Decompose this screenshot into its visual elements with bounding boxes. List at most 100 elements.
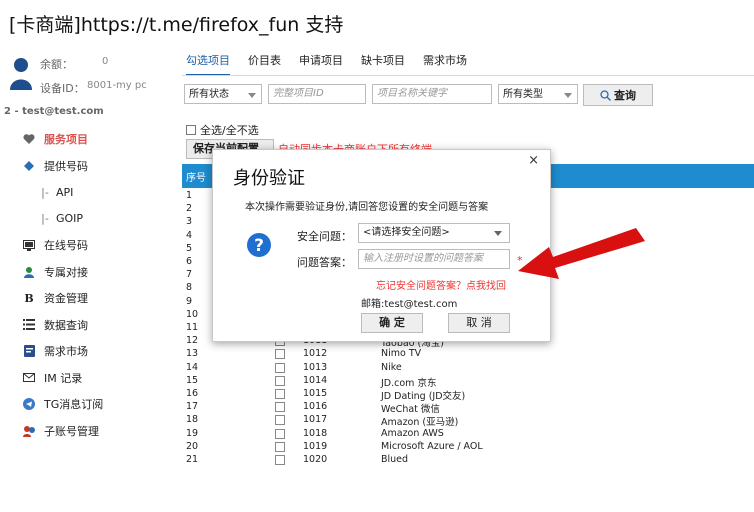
sidebar-item-label: IM 记录 [44,371,83,385]
heart-icon [22,132,36,146]
table-row[interactable]: 21 1020 Blued [182,454,754,467]
row-project-id: 1019 [303,440,328,452]
sidebar-item-label: 在线号码 [44,239,88,253]
sidebar-item-label: 数据查询 [44,318,88,332]
list-icon [22,318,36,332]
page-title: [卡商端]https://t.me/firefox_fun 支持 [9,14,344,36]
row-number: 8 [186,282,193,294]
sidebar-item-subaccounts[interactable]: 子账号管理 [0,418,180,445]
required-mark: * [517,254,523,267]
table-row[interactable]: 16 1015 JD Dating (JD交友) [182,388,754,402]
row-number: 17 [186,401,199,413]
row-number: 4 [186,229,193,241]
sidebar-item-api[interactable]: |- API [0,179,180,206]
sidebar-item-online-numbers[interactable]: 在线号码 [0,232,180,259]
device-value: 8001-my pc [87,80,147,91]
tab-demand-market[interactable]: 需求市场 [423,52,467,76]
row-checkbox[interactable] [275,402,285,413]
row-checkbox[interactable] [275,349,285,360]
answer-input[interactable]: 输入注册时设置的问题答案 [358,249,510,269]
row-number: 14 [186,361,199,373]
table-row[interactable]: 17 1016 WeChat 微信 [182,401,754,416]
sidebar-item-data-query[interactable]: 数据查询 [0,312,180,339]
row-number: 19 [186,427,199,439]
cancel-button[interactable]: 取 消 [448,313,510,333]
question-icon: ? [247,233,271,257]
select-all[interactable]: 全选/全不选 [186,122,259,138]
chevron-down-icon [564,93,572,98]
chevron-down-icon [494,231,502,236]
query-button[interactable]: 查询 [583,84,653,106]
row-project-id: 1017 [303,414,328,426]
row-project-name: WeChat 微信 [381,404,440,416]
tab-apply-project[interactable]: 申请项目 [299,52,343,76]
row-project-id: 1016 [303,401,328,413]
balance-label: 余额： [40,58,73,71]
chevron-down-icon [248,93,256,98]
row-number: 15 [186,374,199,386]
users-icon [22,424,36,438]
table-row[interactable]: 19 1018 Amazon AWS [182,428,754,441]
tree-branch-icon: |- [41,212,49,226]
device-row: 设备ID： 8001-my pc [40,80,147,96]
dialog-title: 身份验证 [233,168,305,189]
row-number: 9 [186,295,193,307]
table-row[interactable]: 14 1013 Nike [182,362,754,375]
row-number: 1 [186,190,193,201]
sidebar-item-tg-subscribe[interactable]: TG消息订阅 [0,391,180,418]
tab-price-list[interactable]: 价目表 [248,52,281,76]
row-checkbox[interactable] [275,455,285,465]
sidebar-item-label: GOIP [56,212,84,226]
row-project-name: Nimo TV [381,348,422,360]
device-label: 设备ID： [40,82,85,95]
tab-missing-cards[interactable]: 缺卡项目 [361,52,405,76]
sidebar-item-provide-numbers[interactable]: 提供号码 [0,153,180,180]
tab-divider [182,75,754,76]
sidebar-item-label: 提供号码 [44,159,88,173]
row-number: 5 [186,242,193,254]
table-row[interactable]: 13 1012 Nimo TV [182,348,754,361]
sidebar-item-market[interactable]: 需求市场 [0,338,180,365]
sidebar-item-goip[interactable]: |- GOIP [0,206,180,233]
select-all-checkbox[interactable] [186,125,196,135]
row-checkbox[interactable] [275,375,285,386]
security-question-select[interactable]: <请选择安全问题> [358,223,510,243]
select-all-label: 全选/全不选 [200,124,259,137]
status-select[interactable]: 所有状态 [184,84,262,104]
row-checkbox[interactable] [275,428,285,439]
row-number: 2 [186,203,193,215]
table-row[interactable]: 18 1017 Amazon (亚马逊) [182,414,754,428]
mail-icon [22,371,36,385]
row-project-id: 1014 [303,374,328,386]
row-checkbox[interactable] [275,441,285,452]
table-row[interactable]: 15 1014 JD.com 京东 [182,374,754,389]
table-row[interactable]: 20 1019 Microsoft Azure / AOL [182,441,754,454]
tab-selected-projects[interactable]: 勾选项目 [186,52,230,76]
question-label: 安全问题： [297,230,352,243]
project-id-input[interactable]: 完整项目ID [268,84,366,104]
dialog-description: 本次操作需要验证身份,请回答您设置的安全问题与答案 [245,202,489,213]
confirm-button[interactable]: 确 定 [361,313,423,333]
monitor-icon [22,238,36,252]
sidebar-item-services[interactable]: 服务项目 [0,126,180,153]
type-select-value: 所有类型 [503,89,543,100]
row-project-id: 1012 [303,348,328,360]
sidebar-item-funds[interactable]: B 资金管理 [0,285,180,312]
type-select[interactable]: 所有类型 [498,84,578,104]
row-number: 10 [186,308,199,320]
doc-icon [22,344,36,358]
telegram-icon [22,397,36,411]
forgot-answer-link[interactable]: 忘记安全问题答案？点我找回 [376,277,506,292]
identity-verify-dialog: 身份验证 × 本次操作需要验证身份,请回答您设置的安全问题与答案 ? 安全问题：… [212,149,551,342]
sidebar-item-dedicated[interactable]: 专属对接 [0,259,180,286]
row-checkbox[interactable] [275,389,285,399]
close-button[interactable]: × [528,153,539,168]
sidebar-item-im-records[interactable]: IM 记录 [0,365,180,392]
keyword-input[interactable]: 项目名称关键字 [372,84,492,104]
tab-bar: 勾选项目 价目表 申请项目 缺卡项目 需求市场 [186,52,485,76]
row-checkbox[interactable] [275,362,285,373]
row-checkbox[interactable] [275,415,285,426]
header-no: 序号 [186,173,206,184]
row-project-name: Nike [381,361,402,373]
sidebar-item-label: 服务项目 [44,133,88,147]
